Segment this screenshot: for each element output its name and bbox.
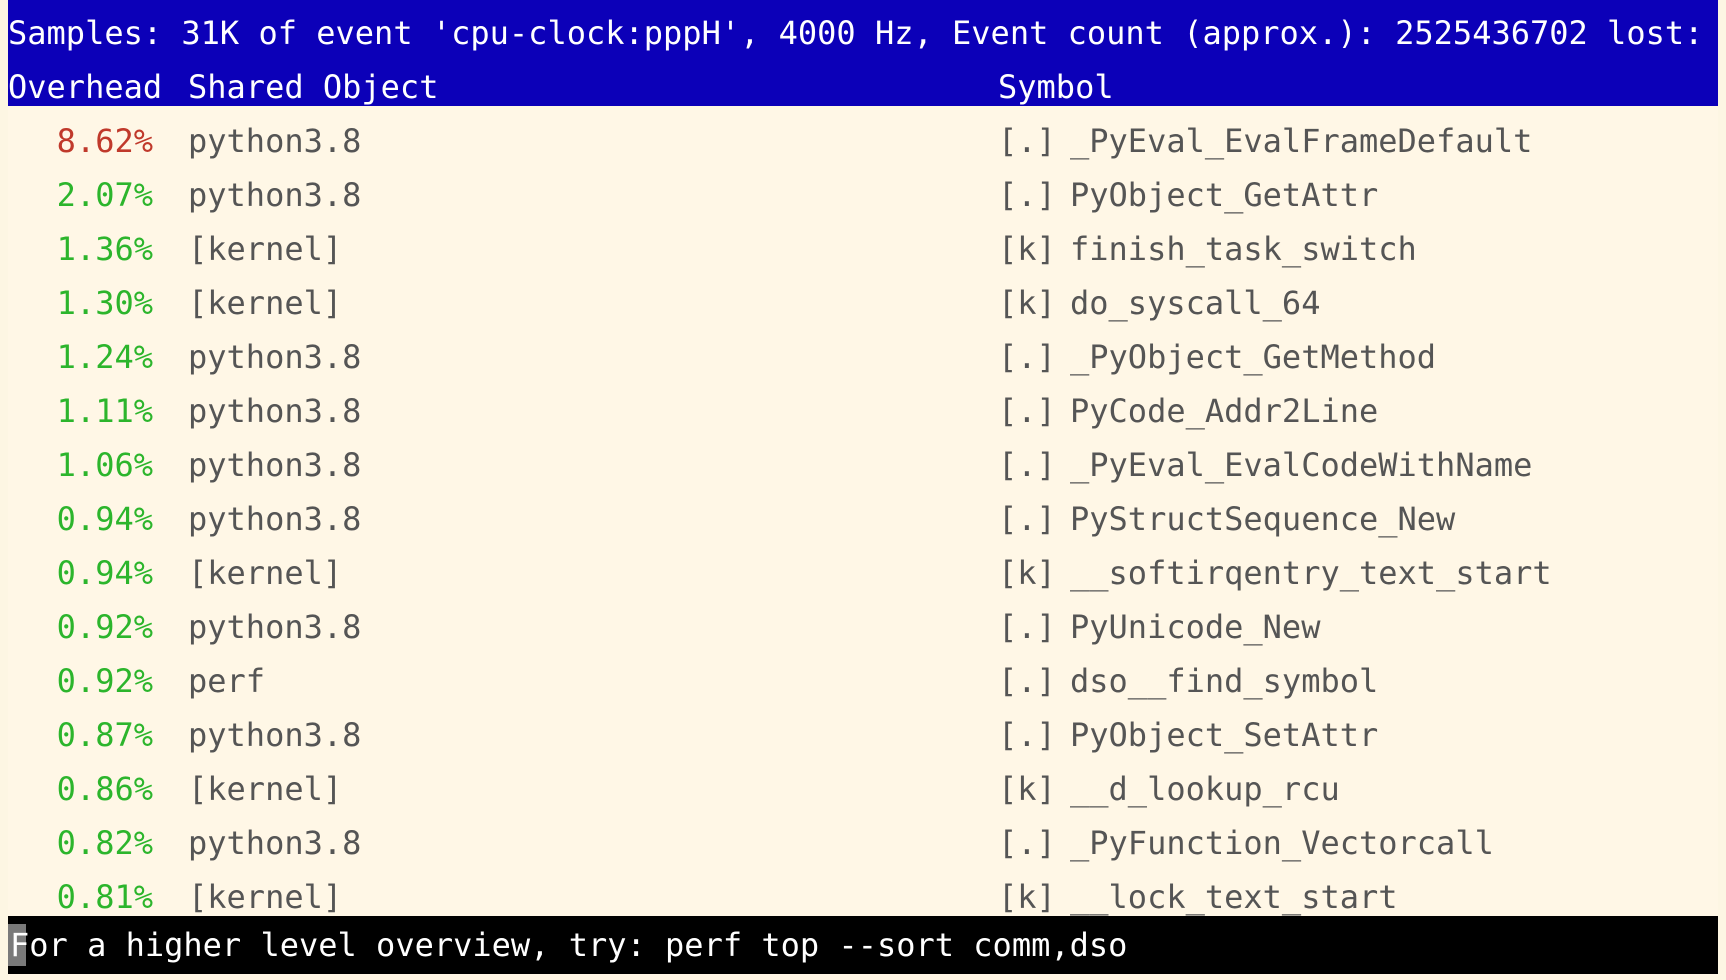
symbol-kind: [.]: [998, 500, 1056, 538]
table-row[interactable]: 0.86% [kernel] [k] __d_lookup_rcu: [8, 762, 1718, 816]
symbol-name: _PyFunction_Vectorcall: [1070, 824, 1494, 862]
status-bar: For a higher level overview, try: perf t…: [8, 916, 1718, 974]
table-row[interactable]: 0.94% python3.8 [.] PyStructSequence_New: [8, 492, 1718, 546]
overhead-value: 0.94%: [56, 500, 153, 538]
symbol-name: _PyObject_GetMethod: [1070, 338, 1437, 376]
symbol-name: PyUnicode_New: [1070, 608, 1321, 646]
shared-object-value: python3.8: [188, 608, 362, 646]
shared-object-value: [kernel]: [188, 770, 343, 808]
overhead-value: 1.30%: [56, 284, 153, 322]
samples-summary: Samples: 31K of event 'cpu-clock:pppH', …: [8, 14, 1718, 52]
overhead-column-header[interactable]: Overhead: [8, 60, 162, 114]
shared-object-value: python3.8: [188, 338, 362, 376]
shared-object-value: [kernel]: [188, 554, 343, 592]
table-row[interactable]: 1.30% [kernel] [k] do_syscall_64: [8, 276, 1718, 330]
shared-object-column-header[interactable]: Shared Object: [188, 60, 438, 114]
overhead-value: 0.82%: [56, 824, 153, 862]
symbol-kind: [.]: [998, 338, 1056, 376]
column-headers: Overhead Shared Object Symbol: [8, 60, 1718, 114]
symbol-table: 8.62% python3.8 [.] _PyEval_EvalFrameDefaul…: [8, 114, 1718, 924]
symbol-name: PyObject_GetAttr: [1070, 176, 1379, 214]
symbol-kind: [.]: [998, 122, 1056, 160]
overhead-value: 0.94%: [56, 554, 153, 592]
table-row[interactable]: 0.82% python3.8 [.] _PyFunction_Vectorcall: [8, 816, 1718, 870]
symbol-kind: [.]: [998, 176, 1056, 214]
symbol-kind: [k]: [998, 554, 1056, 592]
symbol-kind: [.]: [998, 824, 1056, 862]
overhead-value: 0.92%: [56, 608, 153, 646]
shared-object-value: python3.8: [188, 122, 362, 160]
table-row[interactable]: 1.06% python3.8 [.] _PyEval_EvalCodeWithNam…: [8, 438, 1718, 492]
symbol-name: PyCode_Addr2Line: [1070, 392, 1379, 430]
table-row[interactable]: 2.07% python3.8 [.] PyObject_GetAttr: [8, 168, 1718, 222]
symbol-name: PyStructSequence_New: [1070, 500, 1456, 538]
table-row[interactable]: 0.92% python3.8 [.] PyUnicode_New: [8, 600, 1718, 654]
shared-object-value: python3.8: [188, 824, 362, 862]
shared-object-value: python3.8: [188, 716, 362, 754]
overhead-value: 0.92%: [56, 662, 153, 700]
symbol-kind: [k]: [998, 770, 1056, 808]
overhead-value: 1.06%: [56, 446, 153, 484]
table-row[interactable]: 0.87% python3.8 [.] PyObject_SetAttr: [8, 708, 1718, 762]
symbol-name: _PyEval_EvalFrameDefault: [1070, 122, 1533, 160]
overhead-value: 1.11%: [56, 392, 153, 430]
overhead-value: 1.36%: [56, 230, 153, 268]
table-row[interactable]: 1.24% python3.8 [.] _PyObject_GetMethod: [8, 330, 1718, 384]
table-row[interactable]: 1.11% python3.8 [.] PyCode_Addr2Line: [8, 384, 1718, 438]
hint-text: For a higher level overview, try: perf t…: [10, 926, 1128, 964]
table-row[interactable]: 0.94% [kernel] [k] __softirqentry_text_star…: [8, 546, 1718, 600]
symbol-name: do_syscall_64: [1070, 284, 1321, 322]
symbol-name: __d_lookup_rcu: [1070, 770, 1340, 808]
symbol-kind: [k]: [998, 230, 1056, 268]
table-row[interactable]: 0.92% perf [.] dso__find_symbol: [8, 654, 1718, 708]
shared-object-value: python3.8: [188, 500, 362, 538]
symbol-kind: [.]: [998, 662, 1056, 700]
overhead-value: 0.87%: [56, 716, 153, 754]
symbol-kind: [.]: [998, 608, 1056, 646]
table-row[interactable]: 1.36% [kernel] [k] finish_task_switch: [8, 222, 1718, 276]
symbol-name: PyObject_SetAttr: [1070, 716, 1379, 754]
table-row[interactable]: 8.62% python3.8 [.] _PyEval_EvalFrameDefaul…: [8, 114, 1718, 168]
shared-object-value: [kernel]: [188, 284, 343, 322]
header-bar: Samples: 31K of event 'cpu-clock:pppH', …: [8, 0, 1718, 106]
symbol-name: __softirqentry_text_start: [1070, 554, 1552, 592]
symbol-name: dso__find_symbol: [1070, 662, 1379, 700]
shared-object-value: python3.8: [188, 446, 362, 484]
perf-top-terminal: Samples: 31K of event 'cpu-clock:pppH', …: [8, 0, 1718, 980]
symbol-kind: [.]: [998, 392, 1056, 430]
shared-object-value: python3.8: [188, 392, 362, 430]
shared-object-value: python3.8: [188, 176, 362, 214]
shared-object-value: [kernel]: [188, 230, 343, 268]
overhead-value: 8.62%: [56, 122, 153, 160]
overhead-value: 2.07%: [56, 176, 153, 214]
symbol-kind: [.]: [998, 446, 1056, 484]
symbol-kind: [k]: [998, 284, 1056, 322]
symbol-kind: [.]: [998, 716, 1056, 754]
overhead-value: 1.24%: [56, 338, 153, 376]
shared-object-value: perf: [188, 662, 266, 700]
symbol-name: finish_task_switch: [1070, 230, 1417, 268]
symbol-column-header[interactable]: Symbol: [998, 60, 1114, 114]
symbol-name: _PyEval_EvalCodeWithName: [1070, 446, 1533, 484]
overhead-value: 0.86%: [56, 770, 153, 808]
